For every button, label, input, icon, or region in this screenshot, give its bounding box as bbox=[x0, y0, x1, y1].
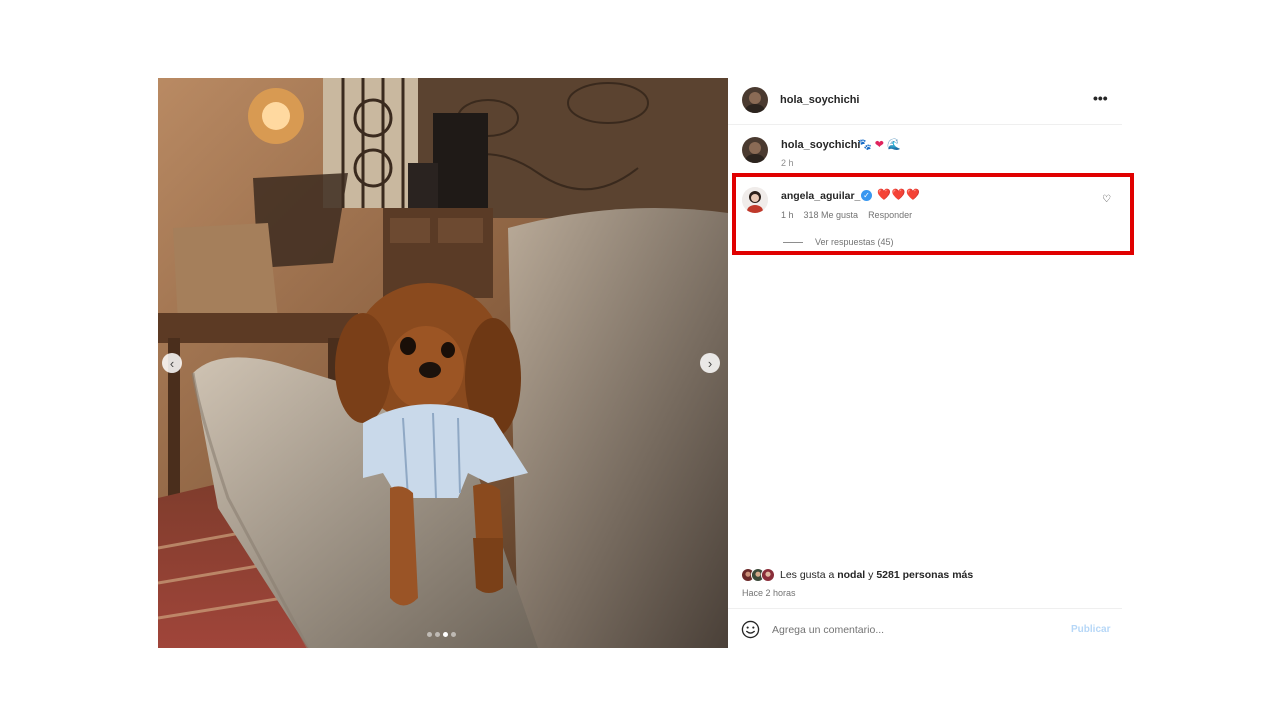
caption-username[interactable]: hola_soychichi bbox=[781, 139, 860, 151]
likes-summary[interactable]: Les gusta a nodal y 5281 personas más bbox=[741, 568, 973, 582]
carousel-dot bbox=[427, 632, 432, 637]
chevron-left-icon: ‹ bbox=[169, 355, 175, 371]
caption-text: 🐾 ❤ 🌊 bbox=[858, 138, 901, 151]
post-header: hola_soychichi ••• bbox=[728, 78, 1122, 125]
carousel-dot-active bbox=[443, 632, 448, 637]
carousel-next-button[interactable]: › bbox=[700, 353, 720, 373]
more-options-icon[interactable]: ••• bbox=[1093, 90, 1108, 106]
carousel-prev-button[interactable]: ‹ bbox=[162, 353, 182, 373]
likes-others-count[interactable]: 5281 personas más bbox=[876, 569, 973, 581]
author-username[interactable]: hola_soychichi bbox=[780, 94, 859, 106]
publish-button[interactable]: Publicar bbox=[1071, 624, 1110, 635]
liker-avatars bbox=[741, 568, 775, 582]
likes-text: Les gusta a nodal y 5281 personas más bbox=[780, 569, 973, 581]
post-side-panel: hola_soychichi ••• hola_soychichi 🐾 ❤ 🌊 … bbox=[728, 78, 1122, 648]
smiley-face-icon[interactable] bbox=[741, 620, 760, 639]
liker-avatar bbox=[761, 568, 775, 582]
wave-emoji: 🌊 bbox=[887, 139, 901, 151]
heart-emoji: ❤ bbox=[874, 139, 884, 151]
likes-friend-name[interactable]: nodal bbox=[837, 569, 865, 581]
carousel-dot bbox=[435, 632, 440, 637]
likes-connector: y bbox=[868, 569, 874, 581]
chevron-right-icon: › bbox=[707, 355, 713, 371]
author-avatar[interactable] bbox=[742, 87, 768, 113]
likes-prefix: Les gusta a bbox=[780, 569, 835, 581]
paw-prints-emoji: 🐾 bbox=[858, 139, 872, 151]
post-timestamp: Hace 2 horas bbox=[742, 588, 796, 598]
post-photo bbox=[158, 78, 728, 648]
caption-author-avatar[interactable] bbox=[742, 137, 768, 163]
caption-timestamp: 2 h bbox=[781, 158, 794, 168]
comment-highlight-box bbox=[732, 173, 1134, 255]
carousel-indicator bbox=[427, 632, 456, 637]
comment-input[interactable] bbox=[772, 621, 1052, 639]
carousel-dot bbox=[451, 632, 456, 637]
dog-on-sofa-photo bbox=[158, 78, 728, 648]
add-comment-bar: Publicar bbox=[728, 608, 1122, 648]
